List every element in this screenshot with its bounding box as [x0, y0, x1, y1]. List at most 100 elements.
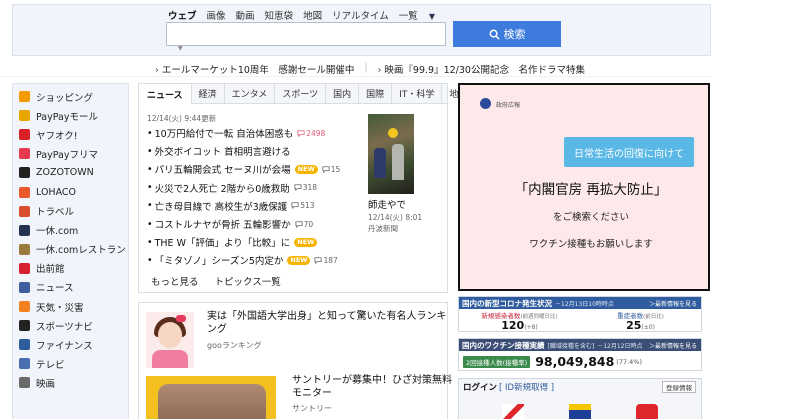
news-tab[interactable]: 国際 — [359, 84, 393, 103]
comment-icon — [297, 129, 305, 137]
news-item[interactable]: • 亡き母目線で 高校生が3歳保護 513 — [147, 197, 367, 215]
vaccine-value: 98,049,848 — [535, 354, 615, 369]
sidebar-item[interactable]: 一休.com — [13, 221, 128, 240]
news-tab[interactable]: スポーツ — [275, 84, 327, 103]
comment-count-value: 187 — [323, 255, 338, 265]
comment-count-value: 513 — [300, 201, 315, 211]
promo-text-1: エールマーケット10周年 感謝セール開催中 — [161, 65, 355, 76]
ikyu-icon — [19, 224, 30, 236]
login-header: ログイン [ ID新規取得 ] 登録情報 — [459, 379, 701, 395]
news-photo-title[interactable]: 師走やで — [368, 197, 406, 211]
search-tab-map[interactable]: 地図 — [303, 8, 322, 22]
news-more-link[interactable]: もっと見る — [151, 274, 199, 288]
zozo-icon — [19, 167, 30, 179]
comment-count[interactable]: 513 — [291, 201, 315, 211]
topic-source-1: gooランキング — [207, 341, 262, 350]
new-badge: NEW — [287, 255, 311, 265]
sidebar-item-label: ニュース — [36, 283, 74, 295]
mail-icon[interactable] — [501, 404, 524, 419]
news-item[interactable]: • パリ五輪開会式 セーヌ川が会場 NEW 15 — [147, 160, 367, 178]
vaccine-more-link[interactable]: ＞最新情報を見る — [649, 341, 697, 350]
news-item[interactable]: • コストルナヤが骨折 五輪影響か 70 — [147, 215, 367, 233]
news-item[interactable]: • 火災で2人死亡 2階から0歳救助 318 — [147, 179, 367, 197]
news-item[interactable]: • 「ミタゾノ」シーズン5内定か NEW 187 — [147, 251, 367, 269]
news-item-title: コストルナヤが骨折 五輪影響か — [154, 220, 291, 232]
comment-count[interactable]: 187 — [314, 255, 338, 265]
news-tab[interactable]: IT・科学 — [392, 84, 443, 103]
government-ad[interactable]: 政府広報 日常生活の回復に向けて 「内閣官房 再拡大防止」 をご検索ください ワ… — [458, 83, 710, 291]
search-tab-web[interactable]: ウェブ — [168, 8, 197, 22]
comment-count[interactable]: 318 — [294, 183, 317, 192]
covid-more-link[interactable]: ＞最新情報を見る — [649, 299, 697, 308]
sidebar-item-label: ショッピング — [36, 92, 94, 104]
tpoint-icon[interactable] — [568, 404, 591, 419]
search-tab-images[interactable]: 画像 — [207, 8, 226, 22]
comment-count-value: 2498 — [306, 128, 326, 138]
sidebar-item[interactable]: ショッピング — [13, 87, 128, 106]
sidebar-item[interactable]: 出前館 — [13, 259, 128, 278]
covid-severe-cases: 重症者数(前日比) 25(±0) — [580, 310, 701, 334]
search-tab-list[interactable]: 一覧 ▼ — [399, 8, 445, 22]
body-shape — [152, 350, 188, 368]
topic-title-1[interactable]: 実は「外国語大学出身」と知って驚いた有名人ランキング — [207, 310, 447, 336]
comment-count[interactable]: 2498 — [297, 129, 325, 138]
covid-new-value: 120 — [501, 319, 525, 332]
comment-count[interactable]: 15 — [322, 164, 341, 174]
comment-count-value: 15 — [330, 164, 341, 174]
sidebar-item[interactable]: 天気・災害 — [13, 297, 128, 316]
sidebar-item[interactable]: ニュース — [13, 278, 128, 297]
promo-divider: | — [364, 62, 368, 73]
restaurant-icon — [19, 243, 30, 255]
sidebar-item[interactable]: PayPayモール — [13, 106, 128, 125]
movie-icon — [19, 377, 30, 389]
sidebar-item[interactable]: ZOZOTOWN — [13, 163, 128, 182]
news-photo[interactable] — [368, 114, 414, 194]
sidebar-item[interactable]: テレビ — [13, 354, 128, 373]
weather-icon — [19, 301, 30, 313]
new-badge: NEW — [294, 237, 318, 247]
sidebar-item[interactable]: スポーツナビ — [13, 316, 128, 335]
sidebar-item[interactable]: 一休.comレストラン — [13, 240, 128, 259]
bullet: • — [147, 218, 153, 230]
search-input[interactable] — [166, 22, 446, 46]
topic-thumbnail[interactable] — [146, 376, 276, 419]
vaccine-title: 国内のワクチン接種実績 — [462, 340, 545, 350]
search-button[interactable]: 検索 — [453, 21, 561, 47]
news-item[interactable]: • 10万円給付で一転 自治体困惑も 2498 — [147, 124, 367, 142]
search-tab-chiebukuro[interactable]: 知恵袋 — [265, 8, 294, 22]
comment-count[interactable]: 70 — [295, 220, 313, 229]
news-tab[interactable]: 経済 — [192, 84, 225, 103]
sidebar-item[interactable]: LOHACO — [13, 182, 128, 201]
search-assist-handle-icon[interactable]: ▼ — [178, 45, 183, 52]
news-item[interactable]: • 外交ボイコット 首相明言避ける — [147, 142, 367, 160]
id-signup-link[interactable]: [ ID新規取得 ] — [499, 381, 554, 393]
topic-thumbnail[interactable] — [146, 312, 194, 368]
registration-info-button[interactable]: 登録情報 — [662, 381, 696, 393]
sidebar-item[interactable]: ファイナンス — [13, 335, 128, 354]
login-link[interactable]: ログイン — [463, 381, 497, 393]
news-tabs: ニュース経済エンタメスポーツ国内国際IT・科学地域 — [139, 84, 476, 104]
sidebar-item[interactable]: 映画 — [13, 373, 128, 392]
sunflower-shape — [388, 128, 398, 138]
knee-shape — [158, 384, 266, 419]
hammer-icon — [19, 129, 30, 141]
sidebar-item[interactable]: トラベル — [13, 202, 128, 221]
news-tab[interactable]: 国内 — [326, 84, 360, 103]
promo-link-2[interactable]: › 映画『99.9』12/30公開記念 名作ドラマ特集 — [378, 62, 585, 76]
news-item-title: 外交ボイコット 首相明言避ける — [154, 147, 291, 159]
paypay-icon[interactable] — [636, 404, 659, 419]
news-item-title: 「ミタゾノ」シーズン5内定か — [154, 256, 284, 268]
news-tab[interactable]: ニュース — [139, 84, 192, 104]
sidebar-item[interactable]: ヤフオク! — [13, 125, 128, 144]
search-tab-realtime[interactable]: リアルタイム — [332, 8, 389, 22]
news-tab[interactable]: エンタメ — [225, 84, 276, 103]
sidebar-item-label: トラベル — [36, 207, 75, 219]
news-topics-link[interactable]: トピックス一覧 — [215, 274, 281, 288]
news-item[interactable]: • THE W「評価」より「比較」に NEW — [147, 233, 367, 251]
sidebar-item[interactable]: PayPayフリマ — [13, 144, 128, 163]
topic-title-2[interactable]: サントリーが募集中！ひざ対策無料モニター — [292, 374, 452, 400]
promo-link-1[interactable]: › エールマーケット10周年 感謝セール開催中 — [155, 62, 354, 76]
search-tab-videos[interactable]: 動画 — [236, 8, 255, 22]
sidebar-item-label: ZOZOTOWN — [36, 167, 94, 179]
divider — [0, 76, 711, 77]
